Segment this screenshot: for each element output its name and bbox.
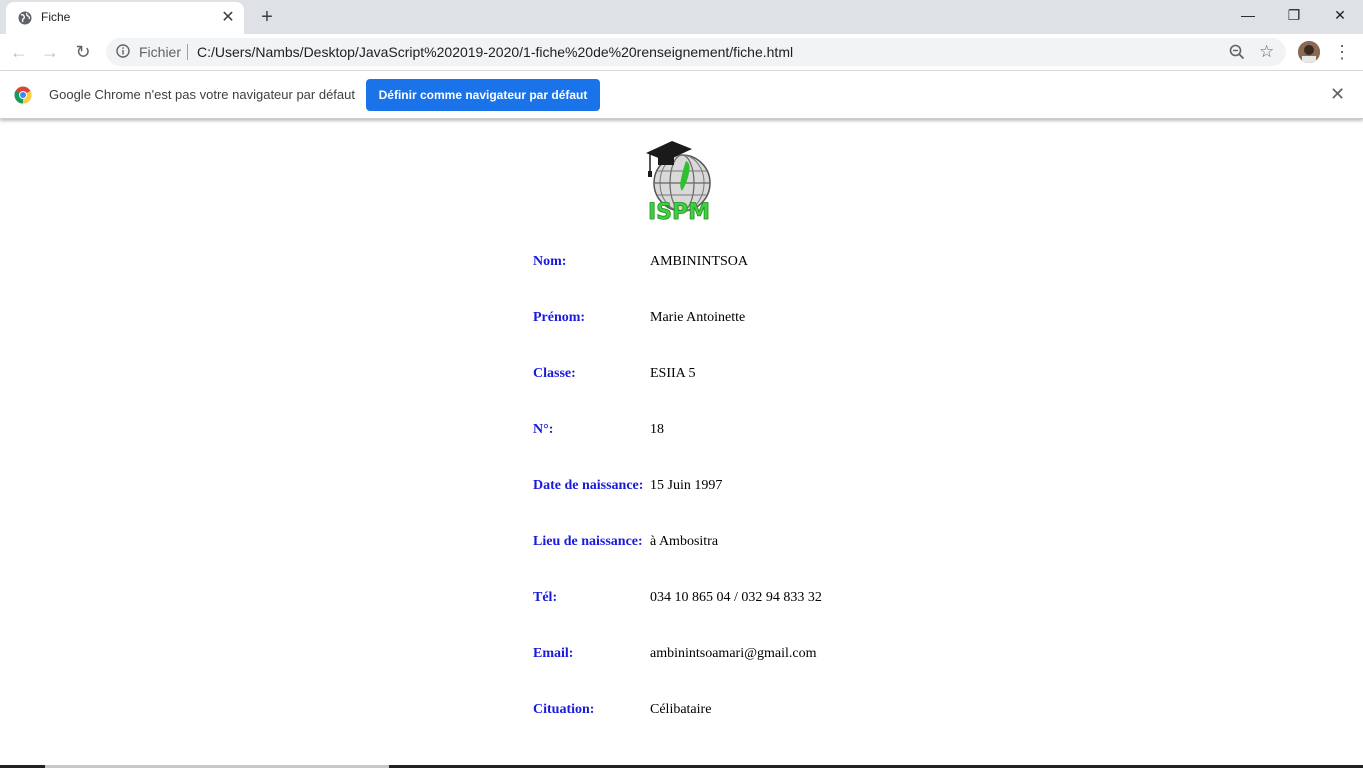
ispm-logo: ISPM xyxy=(646,141,711,223)
tab-strip: Fiche ✕ + — ❐ ✕ xyxy=(0,0,1363,34)
field-label: Classe: xyxy=(533,366,576,381)
field-label: Cituation: xyxy=(533,702,595,717)
url-text[interactable]: C:/Users/Nambs/Desktop/JavaScript%202019… xyxy=(197,44,793,60)
default-browser-infobar: Google Chrome n'est pas votre navigateur… xyxy=(0,71,1363,119)
page-content: ISPM Nom: AMBININTSOA Prénom: Marie Anto… xyxy=(0,119,1363,768)
field-label: Tél: xyxy=(533,590,558,605)
divider xyxy=(187,44,188,60)
tab-fiche[interactable]: Fiche ✕ xyxy=(6,2,244,34)
chrome-icon xyxy=(14,86,32,104)
tab-title: Fiche xyxy=(41,10,71,24)
profile-avatar[interactable] xyxy=(1298,41,1320,63)
bookmark-star-icon[interactable]: ☆ xyxy=(1259,42,1274,62)
field-label: Lieu de naissance: xyxy=(533,534,643,549)
field-label: N°: xyxy=(533,422,554,437)
set-default-browser-button[interactable]: Définir comme navigateur par défaut xyxy=(366,79,600,111)
info-icon[interactable] xyxy=(116,44,130,58)
avatar-icon xyxy=(1298,41,1320,63)
infobar-message: Google Chrome n'est pas votre navigateur… xyxy=(49,87,355,102)
zoom-icon[interactable] xyxy=(1228,43,1246,61)
field-value: 18 xyxy=(650,422,664,437)
field-label: Prénom: xyxy=(533,310,586,325)
url-scheme-label: Fichier xyxy=(139,44,182,60)
tab-close-icon[interactable]: ✕ xyxy=(220,10,236,26)
field-value: AMBININTSOA xyxy=(650,254,748,269)
new-tab-button[interactable]: + xyxy=(256,7,278,29)
field-value: ESIIA 5 xyxy=(650,366,696,381)
back-button[interactable]: ← xyxy=(7,40,31,64)
field-value: 15 Juin 1997 xyxy=(650,478,723,493)
field-label: Nom: xyxy=(533,254,567,269)
field-value: 034 10 865 04 / 032 94 833 32 xyxy=(650,590,822,605)
globe-icon xyxy=(18,11,32,25)
field-label: Email: xyxy=(533,646,574,661)
close-window-button[interactable]: ✕ xyxy=(1317,0,1363,30)
restore-button[interactable]: ❐ xyxy=(1271,0,1317,30)
field-value: ambinintsoamari@gmail.com xyxy=(650,646,817,661)
reload-button[interactable]: ↻ xyxy=(71,40,95,64)
field-value: Célibataire xyxy=(650,702,712,717)
omnibox[interactable]: Fichier C:/Users/Nambs/Desktop/JavaScrip… xyxy=(106,38,1286,66)
menu-button[interactable]: ⋮ xyxy=(1333,40,1351,64)
field-value: Marie Antoinette xyxy=(650,310,746,325)
infobar-close-icon[interactable]: ✕ xyxy=(1330,85,1345,103)
minimize-button[interactable]: — xyxy=(1225,0,1271,30)
logo-lettering: ISPM xyxy=(648,200,710,223)
field-label: Date de naissance: xyxy=(533,478,644,493)
field-value: à Ambositra xyxy=(650,534,719,549)
browser-toolbar: ← → ↻ Fichier C:/Users/Nambs/Desktop/Jav… xyxy=(0,34,1363,71)
forward-button[interactable]: → xyxy=(38,40,62,64)
